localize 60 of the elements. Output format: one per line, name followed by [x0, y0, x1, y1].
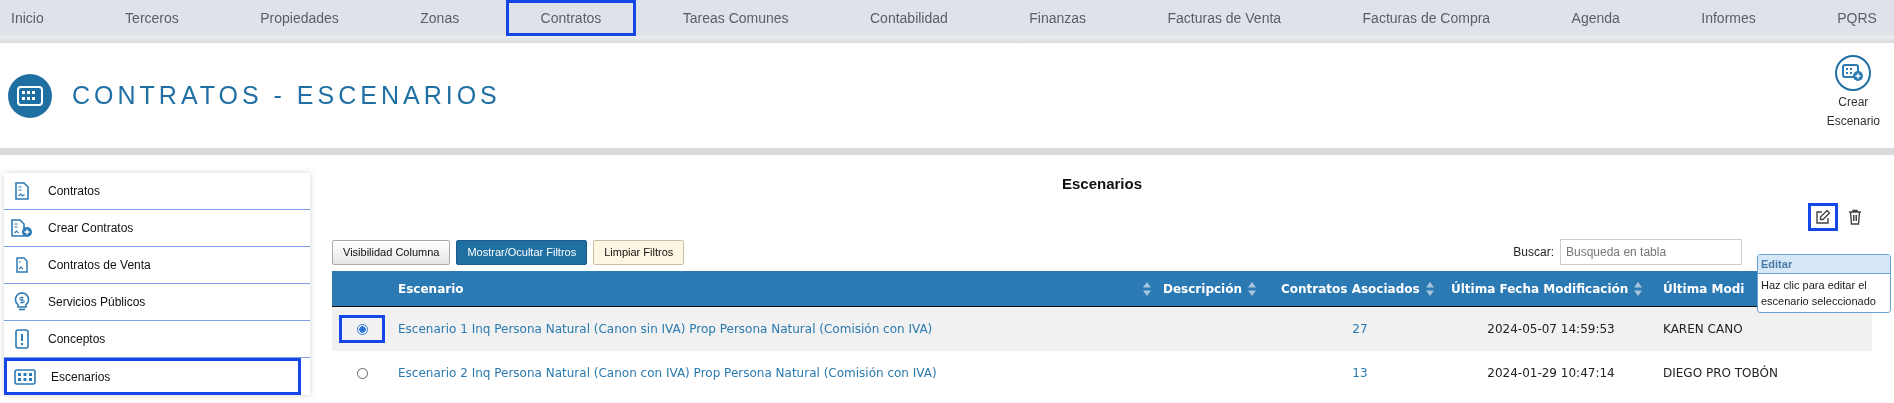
- nav-tab[interactable]: Facturas de Venta: [1132, 0, 1317, 36]
- nav-tab[interactable]: Facturas de Compra: [1327, 0, 1526, 36]
- column-header[interactable]: Descripción: [1163, 281, 1242, 296]
- sort-icon[interactable]: [1143, 281, 1151, 296]
- nav-tab[interactable]: Terceros: [90, 0, 214, 36]
- sidebar-item[interactable]: Conceptos: [4, 321, 310, 358]
- column-header[interactable]: Escenario: [398, 281, 464, 296]
- search-label: Buscar:: [1513, 245, 1554, 259]
- nav-tab[interactable]: Contabilidad: [835, 0, 983, 36]
- page-title: CONTRATOS - ESCENARIOS: [72, 81, 501, 110]
- sidebar-item[interactable]: Servicios Públicos: [4, 284, 310, 321]
- toolbar-button[interactable]: Limpiar Filtros: [593, 239, 685, 265]
- create-scenario-button[interactable]: Crear Escenario: [1826, 54, 1880, 131]
- nav-tab[interactable]: Zonas: [385, 0, 495, 36]
- sidebar-item[interactable]: Contratos: [4, 173, 310, 210]
- edit-button[interactable]: [1808, 203, 1838, 231]
- radio-button[interactable]: [356, 367, 368, 379]
- nav-tab[interactable]: PQRS: [1802, 0, 1894, 36]
- table-cell: 2024-01-29 10:47:14: [1487, 366, 1615, 380]
- table-cell: KAREN CANO: [1663, 322, 1743, 336]
- sidebar-item[interactable]: Contratos de Venta: [4, 247, 310, 284]
- tooltip-title: Editar: [1758, 255, 1890, 274]
- scenario-link[interactable]: Escenario 1 Inq Persona Natural (Canon sin IVA) Prop Persona Natural (Comisión con IVA): [398, 322, 933, 336]
- nav-tab[interactable]: Contratos: [505, 0, 637, 36]
- document-icon: [16, 257, 28, 273]
- column-header[interactable]: Última Modi: [1663, 281, 1745, 296]
- sort-icon[interactable]: [1248, 281, 1256, 296]
- sidebar-item[interactable]: Escenarios: [4, 358, 301, 395]
- grid-icon: [8, 73, 52, 118]
- trash-icon: [1848, 209, 1862, 225]
- table-cell: 2024-05-07 14:59:53: [1487, 322, 1615, 336]
- toolbar-button[interactable]: Mostrar/Ocultar Filtros: [456, 239, 588, 265]
- sort-icon[interactable]: [1425, 281, 1434, 296]
- sort-icon[interactable]: [1634, 281, 1643, 296]
- radio-button[interactable]: [356, 323, 368, 335]
- nav-tab[interactable]: Tareas Comunes: [647, 0, 824, 36]
- grid-icon: [14, 368, 36, 385]
- document-add-icon: [11, 219, 33, 237]
- nav-tab[interactable]: Informes: [1666, 0, 1791, 36]
- tooltip-text: Haz clic para editar el escenario seleccionado: [1760, 278, 1877, 309]
- lightbulb-icon: [14, 292, 30, 312]
- document-icon: [15, 182, 29, 200]
- table-cell: DIEGO PRO TOBÓN: [1663, 366, 1778, 380]
- alert-document-icon: [15, 329, 29, 349]
- table-cell: 13: [1352, 366, 1368, 380]
- toolbar-button[interactable]: Visibilidad Columna: [332, 239, 451, 265]
- search-field[interactable]: Busqueda en tabla: [1560, 239, 1742, 265]
- table-cell: 27: [1352, 322, 1368, 336]
- table-row[interactable]: Escenario 1 Inq Persona Natural (Canon sin IVA) Prop Persona Natural (Comisión con IVA) 27 2024-05-07 14:59:53 KAREN CANO: [332, 307, 1872, 351]
- nav-tab[interactable]: Finanzas: [994, 0, 1122, 36]
- edit-icon: [1815, 209, 1831, 225]
- sidebar-item[interactable]: Crear Contratos: [4, 210, 310, 247]
- nav-tab[interactable]: Propiedades: [225, 0, 374, 36]
- scenario-link[interactable]: Escenario 2 Inq Persona Natural (Canon con IVA) Prop Persona Natural (Comisión con IVA): [398, 366, 937, 380]
- column-header[interactable]: Contratos Asociados: [1281, 281, 1420, 296]
- column-header[interactable]: Última Fecha Modificación: [1451, 281, 1629, 296]
- nav-tab[interactable]: Inicio: [0, 0, 79, 36]
- nav-tab[interactable]: Agenda: [1536, 0, 1655, 36]
- section-title: Escenarios: [1060, 175, 1143, 192]
- grid-add-icon: [1842, 63, 1865, 82]
